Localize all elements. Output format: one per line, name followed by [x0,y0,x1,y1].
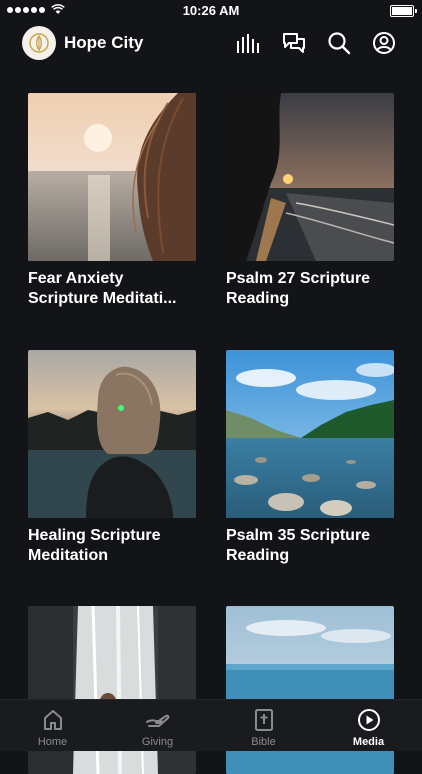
media-title: Healing Scripture Meditation [28,527,161,564]
media-card[interactable]: Healing Scripture Meditation [28,350,196,566]
app-header: Hope City [0,22,422,68]
bible-icon [254,708,273,732]
audio-bars-icon[interactable] [235,30,261,56]
status-bar: 10:26 AM [0,0,422,22]
media-card[interactable]: Fear Anxiety Scripture Meditati... [28,93,196,309]
tab-label: Giving [141,736,174,748]
app-title: Hope City [64,33,144,52]
church-logo[interactable] [22,26,56,60]
search-icon[interactable] [326,30,352,56]
profile-icon[interactable] [371,30,397,56]
media-title: Fear Anxiety Scripture Meditati... [28,270,177,307]
tab-media[interactable]: Media [316,700,421,751]
tab-home[interactable]: Home [0,700,105,751]
tab-bible[interactable]: Bible [211,700,316,751]
bottom-tab-bar: Home Giving Bible Media [0,699,422,751]
logo-emblem-icon [29,33,49,53]
tab-label: Media [352,736,385,748]
media-thumbnail[interactable] [226,350,394,518]
tab-label: Bible [251,736,276,748]
media-title: Psalm 27 Scripture Reading [226,270,371,307]
chat-icon[interactable] [281,30,307,56]
home-icon [43,708,63,732]
tab-label: Home [37,736,68,748]
status-time: 10:26 AM [182,3,240,18]
media-title: Psalm 35 Scripture Reading [226,527,371,564]
media-thumbnail[interactable] [28,93,196,261]
media-thumbnail[interactable] [226,93,394,261]
media-card[interactable]: Psalm 35 Scripture Reading [226,350,394,566]
tab-giving[interactable]: Giving [105,700,210,751]
media-card[interactable]: Psalm 27 Scripture Reading [226,93,394,309]
media-thumbnail[interactable] [28,350,196,518]
battery-icon [390,5,417,17]
play-circle-icon [357,708,381,732]
giving-hands-icon [145,708,170,732]
